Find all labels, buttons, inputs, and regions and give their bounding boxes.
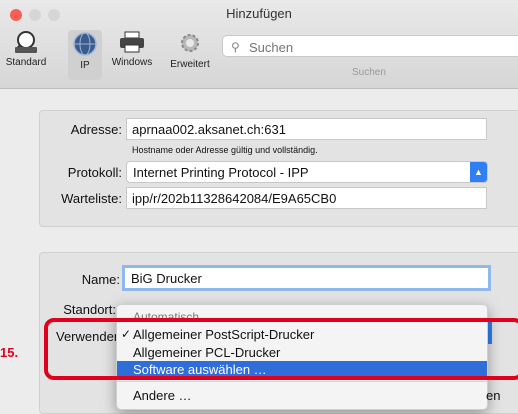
toolbar-label-erweitert: Erweitert xyxy=(170,59,210,70)
protocol-label: Protokoll: xyxy=(67,165,122,180)
search-icon: ⚲ xyxy=(231,40,240,54)
add-button-partial[interactable]: en xyxy=(486,388,500,403)
address-field[interactable]: aprnaa002.aksanet.ch:631 xyxy=(126,118,487,140)
windows-printer-icon xyxy=(120,31,144,53)
queue-label: Warteliste: xyxy=(61,191,122,206)
location-label: Standort: xyxy=(63,302,116,317)
menu-separator xyxy=(117,381,487,382)
add-printer-window: Hinzufügen Standard IP Windows Erweitert… xyxy=(0,0,518,414)
globe-icon xyxy=(73,32,97,56)
toolbar-item-erweitert[interactable]: Erweitert xyxy=(164,30,216,70)
menu-item-other[interactable]: Andere … xyxy=(117,387,487,404)
name-field[interactable]: BiG Drucker xyxy=(122,265,491,291)
annotation-step-number: 15. xyxy=(0,345,19,360)
toolbar-label-standard: Standard xyxy=(5,57,47,68)
toolbar-item-ip[interactable]: IP xyxy=(68,30,102,80)
toolbar-item-windows[interactable]: Windows xyxy=(108,30,156,68)
name-label: Name: xyxy=(81,272,120,287)
printer-icon xyxy=(14,31,37,53)
toolbar-label-ip: IP xyxy=(80,60,90,71)
queue-field[interactable]: ipp/r/202b11328642084/E9A65CB0 xyxy=(126,187,487,209)
address-label: Adresse: xyxy=(70,122,122,137)
title-bar: Hinzufügen Standard IP Windows Erweitert… xyxy=(0,0,518,89)
search-input[interactable] xyxy=(247,38,511,56)
address-hint: Hostname oder Adresse gültig und vollstä… xyxy=(132,145,318,155)
gear-icon xyxy=(181,34,199,52)
protocol-popup[interactable]: Internet Printing Protocol - IPP ▲ xyxy=(126,161,488,183)
toolbar-item-standard[interactable]: Standard xyxy=(2,30,50,68)
protocol-value: Internet Printing Protocol - IPP xyxy=(133,165,309,180)
window-title: Hinzufügen xyxy=(226,6,292,21)
search-field[interactable]: ⚲ xyxy=(222,35,518,57)
search-label: Suchen xyxy=(352,67,386,78)
menu-item-label: Andere … xyxy=(133,388,192,403)
annotation-highlight-box xyxy=(44,318,518,380)
toolbar-label-windows: Windows xyxy=(111,57,153,68)
updown-arrow-icon: ▲ xyxy=(470,162,487,182)
